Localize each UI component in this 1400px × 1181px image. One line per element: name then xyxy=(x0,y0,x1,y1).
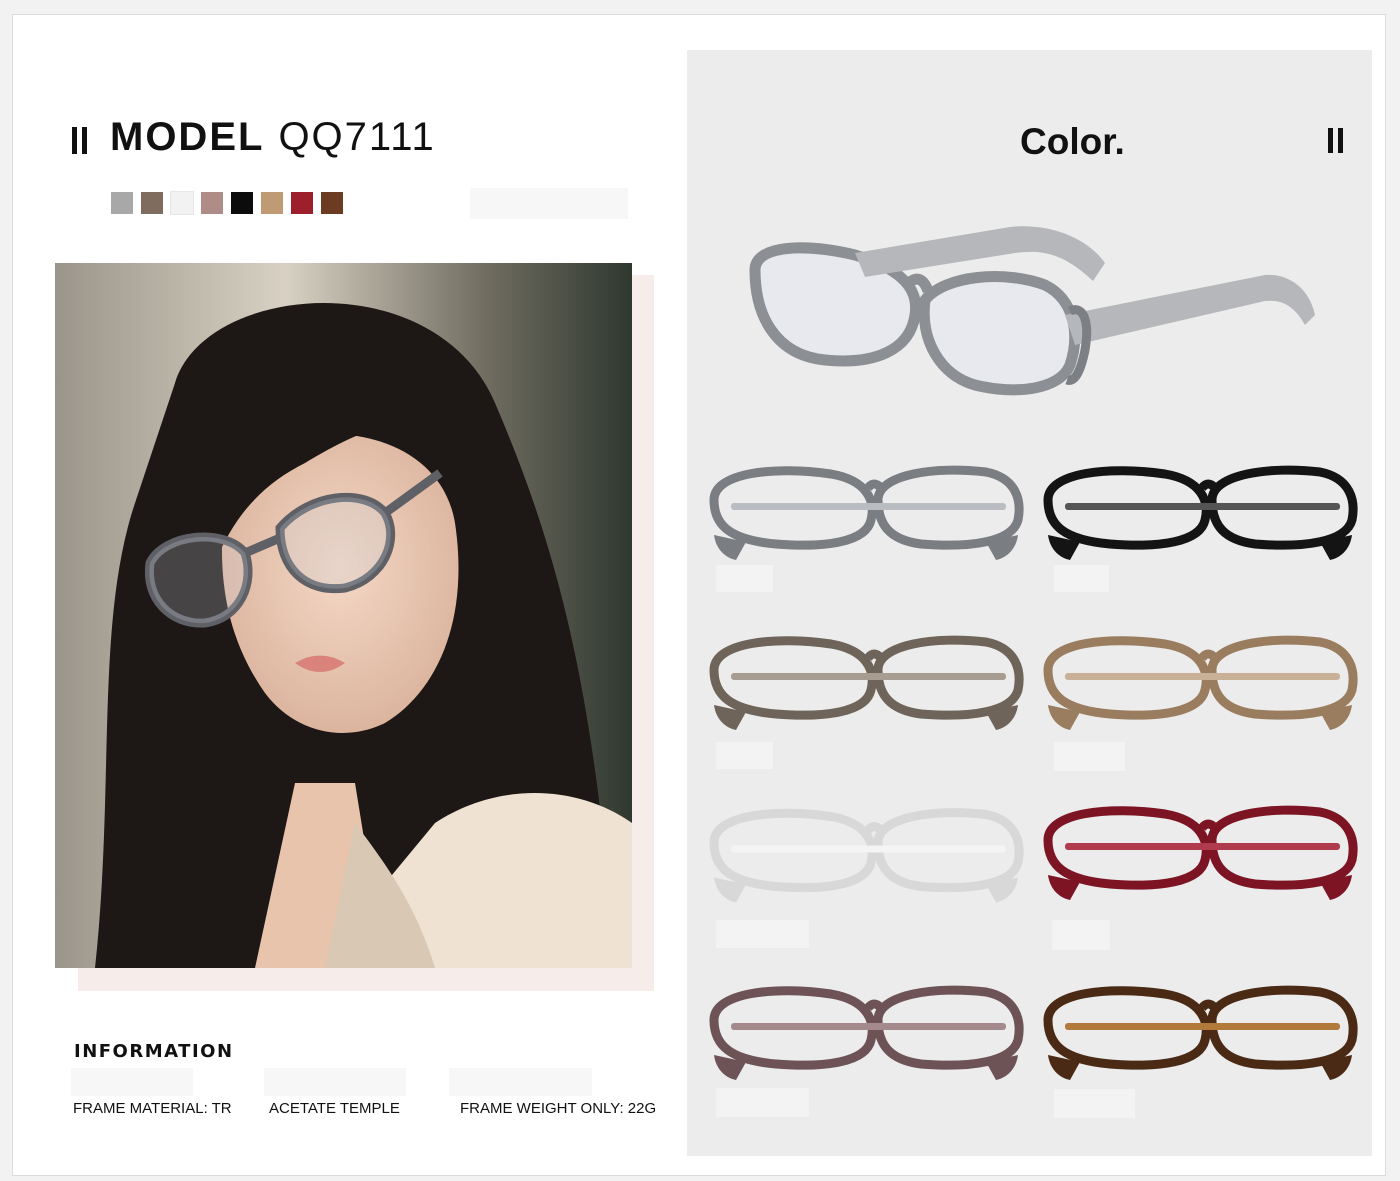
glasses-variant[interactable] xyxy=(1040,630,1360,740)
color-swatch[interactable] xyxy=(261,192,283,214)
glasses-variant[interactable] xyxy=(706,460,1026,570)
blank-label-box xyxy=(1052,920,1110,950)
color-swatch[interactable] xyxy=(170,191,194,215)
blank-label-box xyxy=(716,742,773,769)
glasses-variant[interactable] xyxy=(1040,800,1360,910)
color-title: Color. xyxy=(1020,121,1125,162)
blank-label-box xyxy=(1054,742,1125,771)
color-swatch[interactable] xyxy=(111,192,133,214)
info-frame-material: FRAME MATERIAL: TR xyxy=(73,1100,232,1117)
glasses-variant[interactable] xyxy=(1040,980,1360,1090)
blank-label-box xyxy=(449,1068,592,1096)
glasses-variant[interactable] xyxy=(706,800,1026,915)
blank-label-box xyxy=(1054,1089,1135,1118)
color-swatch[interactable] xyxy=(321,192,343,214)
title-marker-icon xyxy=(72,127,87,154)
blank-label-box xyxy=(716,565,773,592)
color-swatches xyxy=(111,191,343,215)
blank-label-box xyxy=(264,1068,406,1096)
information-title: INFORMATION xyxy=(74,1041,234,1062)
model-title: MODEL QQ7111 xyxy=(110,115,436,160)
color-swatch[interactable] xyxy=(141,192,163,214)
color-swatch[interactable] xyxy=(231,192,253,214)
color-swatch[interactable] xyxy=(291,192,313,214)
blank-label-box xyxy=(470,188,628,219)
model-photo xyxy=(55,263,632,968)
blank-label-box xyxy=(716,1088,809,1117)
glasses-variant[interactable] xyxy=(706,630,1026,740)
title-marker-icon xyxy=(1328,128,1343,153)
info-weight: FRAME WEIGHT ONLY: 22G xyxy=(460,1100,657,1117)
model-portrait-illustration xyxy=(55,263,632,968)
blank-label-box xyxy=(1054,565,1109,592)
model-code: QQ7111 xyxy=(278,115,436,159)
info-temple: ACETATE TEMPLE xyxy=(269,1100,400,1117)
blank-label-box xyxy=(716,920,809,948)
blank-label-box xyxy=(71,1068,193,1096)
color-swatch[interactable] xyxy=(201,192,223,214)
hero-glasses-image xyxy=(749,226,1315,396)
glasses-variant[interactable] xyxy=(1040,460,1360,570)
model-label: MODEL xyxy=(110,115,265,159)
glasses-variant[interactable] xyxy=(706,980,1026,1090)
